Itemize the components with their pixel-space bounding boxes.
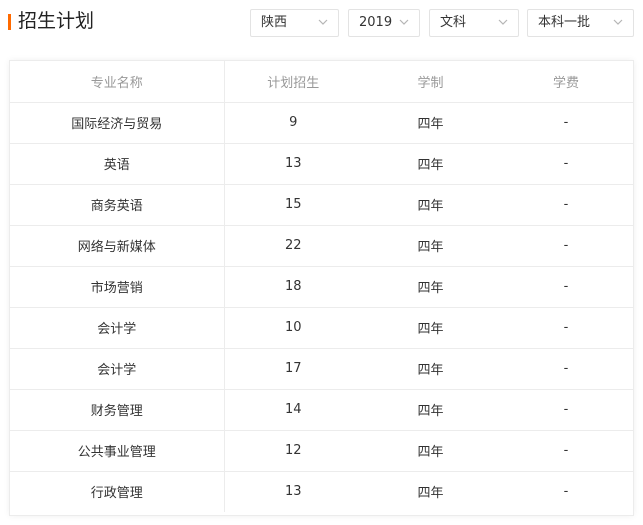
duration-cell: 四年	[362, 389, 499, 431]
fee-cell: -	[499, 430, 633, 472]
plan-cell: 9	[224, 102, 362, 144]
duration-cell: 四年	[362, 266, 499, 308]
year-select-value: 2019	[359, 15, 393, 30]
subject-select-value: 文科	[440, 15, 467, 30]
plan-cell: 13	[224, 143, 362, 185]
duration-cell: 四年	[362, 184, 499, 226]
province-select-value: 陕西	[261, 15, 288, 30]
major-cell: 会计学	[10, 307, 225, 349]
table-row: 市场营销 18 四年 -	[10, 266, 633, 308]
plan-table: 专业名称 计划招生 学制 学费 国际经济与贸易 9 四年 - 英语 13 四年 …	[10, 61, 633, 512]
major-cell: 公共事业管理	[10, 430, 225, 472]
table-row: 英语 13 四年 -	[10, 143, 633, 185]
province-select[interactable]: 陕西	[250, 9, 339, 37]
fee-cell: -	[499, 266, 633, 308]
major-cell: 商务英语	[10, 184, 225, 226]
plan-cell: 15	[224, 184, 362, 226]
table-row: 行政管理 13 四年 -	[10, 471, 633, 512]
fee-cell: -	[499, 225, 633, 267]
column-header-plan: 计划招生	[224, 61, 362, 103]
table-header-row: 专业名称 计划招生 学制 学费	[10, 61, 633, 103]
plan-cell: 12	[224, 430, 362, 472]
table-row: 商务英语 15 四年 -	[10, 184, 633, 226]
column-header-major: 专业名称	[10, 61, 225, 103]
major-cell: 会计学	[10, 348, 225, 390]
plan-cell: 10	[224, 307, 362, 349]
table-row: 财务管理 14 四年 -	[10, 389, 633, 431]
major-cell: 市场营销	[10, 266, 225, 308]
duration-cell: 四年	[362, 430, 499, 472]
plan-cell: 17	[224, 348, 362, 390]
duration-cell: 四年	[362, 225, 499, 267]
fee-cell: -	[499, 389, 633, 431]
batch-select[interactable]: 本科一批	[527, 9, 634, 37]
page-header: 招生计划 陕西 2019 文科 本科一批	[0, 0, 643, 46]
major-cell: 英语	[10, 143, 225, 185]
duration-cell: 四年	[417, 486, 444, 502]
chevron-down-icon	[399, 19, 409, 25]
fee-cell: -	[499, 184, 633, 226]
table-row: 国际经济与贸易 9 四年 -	[10, 102, 633, 144]
table-row: 会计学 10 四年 -	[10, 307, 633, 349]
plan-cell: 14	[224, 389, 362, 431]
fee-cell: -	[499, 102, 633, 144]
table-row: 网络与新媒体 22 四年 -	[10, 225, 633, 267]
chevron-down-icon	[498, 19, 508, 25]
fee-cell: -	[499, 143, 633, 185]
plan-cell: 18	[224, 266, 362, 308]
fee-cell: -	[499, 348, 633, 390]
major-cell: 财务管理	[10, 389, 225, 431]
major-cell: 行政管理	[10, 471, 225, 512]
title-accent-bar	[8, 14, 11, 30]
year-select[interactable]: 2019	[348, 9, 420, 37]
major-cell: 国际经济与贸易	[10, 102, 225, 144]
chevron-down-icon	[613, 19, 623, 25]
duration-cell: 四年	[362, 102, 499, 144]
subject-select[interactable]: 文科	[429, 9, 519, 37]
fee-cell: -	[563, 484, 569, 500]
table-row: 公共事业管理 12 四年 -	[10, 430, 633, 472]
column-header-fee: 学费	[499, 61, 633, 103]
duration-cell: 四年	[362, 143, 499, 185]
enrollment-plan-table: 专业名称 计划招生 学制 学费 国际经济与贸易 9 四年 - 英语 13 四年 …	[9, 60, 634, 516]
duration-cell: 四年	[362, 348, 499, 390]
table-row: 会计学 17 四年 -	[10, 348, 633, 390]
plan-cell: 13	[284, 484, 302, 500]
chevron-down-icon	[318, 19, 328, 25]
plan-cell: 22	[224, 225, 362, 267]
major-cell: 网络与新媒体	[10, 225, 225, 267]
fee-cell: -	[499, 307, 633, 349]
duration-cell: 四年	[362, 307, 499, 349]
batch-select-value: 本科一批	[538, 15, 591, 30]
column-header-duration: 学制	[362, 61, 499, 103]
page-title: 招生计划	[18, 10, 95, 32]
